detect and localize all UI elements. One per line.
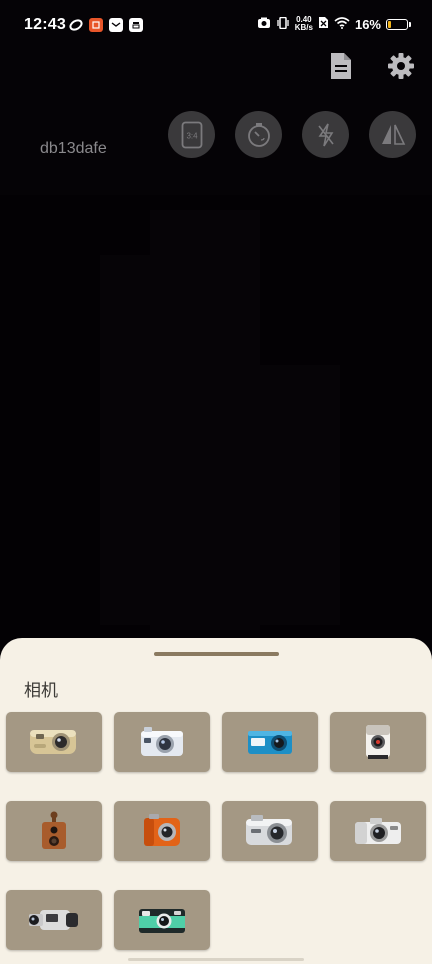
flash-off-button[interactable]: [302, 111, 349, 158]
silver-digital-camera-icon: [141, 727, 183, 756]
camera-tile-instant-white[interactable]: [330, 712, 426, 772]
aspect-ratio-icon: 3:4: [181, 121, 202, 148]
timer-button[interactable]: [235, 111, 282, 158]
camera-tile-orange-toy[interactable]: [114, 801, 210, 861]
compact-gold-camera-icon: [30, 730, 76, 754]
camera-selector-sheet: 相机: [0, 638, 432, 964]
notification-icons: [69, 18, 143, 32]
svg-text:3:4: 3:4: [186, 131, 198, 140]
silver-zoom-camera-icon: [246, 815, 292, 845]
camera-tile-silver-digital[interactable]: [114, 712, 210, 772]
aspect-ratio-button[interactable]: 3:4: [168, 111, 215, 158]
gesture-nav-bar[interactable]: [128, 958, 304, 961]
camera-tile-vintage-brown[interactable]: [6, 801, 102, 861]
settings-button[interactable]: [386, 50, 416, 82]
camera-tile-white-bridge[interactable]: [330, 801, 426, 861]
wifi-icon: [334, 16, 350, 32]
camera-grid: [6, 712, 426, 950]
timer-icon: [247, 122, 270, 147]
battery-icon: [386, 18, 411, 30]
system-status: 0.40 KB/s 16%: [257, 15, 411, 32]
no-sim-icon: [318, 16, 329, 32]
battery-percent: 16%: [354, 16, 381, 32]
sync-icon: [69, 18, 83, 32]
camera-tile-compact-gold[interactable]: [6, 712, 102, 772]
battery-level: [388, 20, 391, 28]
camera-icon: [257, 17, 271, 32]
device-id-label: db13dafe: [40, 140, 107, 157]
orange-toy-camera-icon: [144, 814, 180, 846]
camera-tile-camcorder[interactable]: [6, 890, 102, 950]
camcorder-icon: [29, 910, 78, 930]
document-icon: [331, 53, 351, 79]
inbox-icon: [129, 18, 143, 32]
mail-icon: [109, 18, 123, 32]
mirror-button[interactable]: [369, 111, 416, 158]
status-time: 12:43: [24, 16, 66, 33]
sheet-title: 相机: [24, 681, 58, 700]
instant-white-camera-icon: [366, 725, 390, 759]
camera-tile-silver-zoom[interactable]: [222, 801, 318, 861]
app-badge-icon: [89, 18, 103, 32]
camera-tile-disposable-film[interactable]: [114, 890, 210, 950]
flash-off-icon: [317, 123, 334, 146]
camera-viewfinder[interactable]: [0, 195, 432, 640]
camera-app-screen: 12:43 0.40 KB/s 16% db13dafe 3:4 相机: [0, 0, 432, 964]
top-toolbar: [326, 50, 416, 82]
vintage-brown-camera-icon: [42, 811, 66, 849]
blue-compact-camera-icon: [248, 731, 292, 754]
vibrate-icon: [276, 16, 290, 32]
viewfinder-shadow: [230, 365, 340, 625]
settings-gear-icon: [388, 53, 414, 79]
sheet-drag-handle[interactable]: [154, 652, 279, 656]
camera-tile-blue-compact[interactable]: [222, 712, 318, 772]
disposable-film-camera-icon: [139, 909, 185, 933]
mirror-flip-icon: [381, 124, 405, 145]
status-bar: 12:43 0.40 KB/s 16%: [0, 0, 432, 52]
network-speed: 0.40 KB/s: [294, 15, 313, 32]
camera-controls: 3:4: [168, 111, 416, 158]
white-bridge-camera-icon: [355, 818, 401, 844]
document-button[interactable]: [326, 50, 356, 82]
